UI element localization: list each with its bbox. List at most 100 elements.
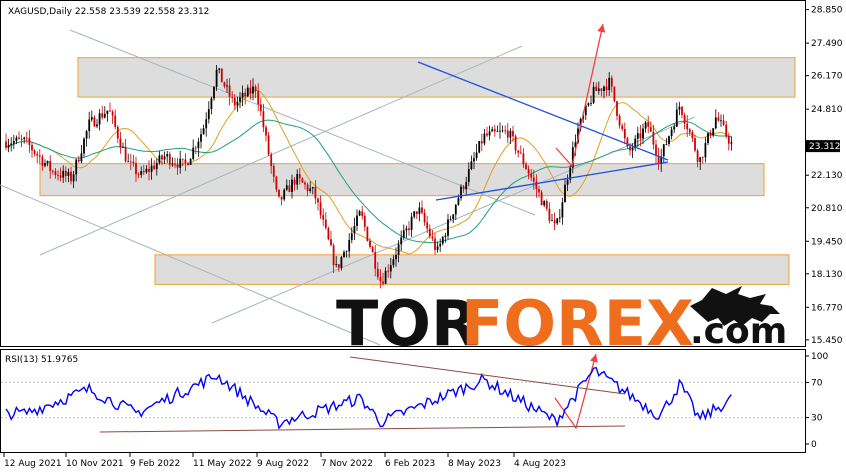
price-tick-label: 20.810	[811, 204, 843, 214]
candle-body	[623, 128, 626, 139]
candle-body	[7, 145, 10, 148]
candle-body	[51, 170, 54, 172]
candle-body	[132, 161, 135, 164]
candle-body	[483, 133, 486, 144]
candle-body	[254, 86, 257, 92]
candle-body	[223, 82, 226, 87]
candle-body	[57, 174, 59, 176]
candle-body	[54, 171, 57, 175]
price-chart: TOR FOREX .com XAGUSD,Daily 22.558 23.53…	[0, 0, 843, 469]
candle-body	[722, 120, 725, 125]
candle-body	[592, 86, 595, 103]
candle-body	[322, 215, 325, 220]
candle-body	[517, 150, 520, 153]
candle-body	[228, 85, 231, 97]
candle-body	[426, 222, 429, 229]
candle-body	[673, 126, 676, 130]
candle-body	[226, 85, 228, 87]
price-tick-label: 22.130	[811, 171, 843, 181]
candle-body	[415, 211, 418, 215]
candle-body	[171, 163, 174, 165]
candle-body	[470, 161, 473, 170]
candle-body	[369, 240, 371, 247]
candle-body	[301, 178, 304, 183]
candle-body	[636, 133, 639, 139]
candle-body	[265, 127, 267, 136]
candle-body	[192, 147, 195, 159]
watermark-logo: TOR FOREX .com	[336, 286, 787, 360]
candle-body	[259, 104, 262, 112]
candle-body	[106, 110, 109, 114]
candle-body	[44, 163, 46, 166]
candle-body	[639, 133, 642, 139]
candle-body	[418, 207, 421, 215]
candle-body	[270, 154, 273, 167]
candle-body	[103, 113, 106, 118]
candle-body	[236, 101, 239, 106]
candle-body	[566, 179, 569, 185]
candle-body	[730, 142, 733, 144]
candle-body	[101, 113, 104, 118]
candle-body	[423, 212, 426, 223]
candle-body	[522, 153, 525, 165]
candle-body	[444, 235, 447, 238]
candle-body	[621, 125, 624, 129]
candle-body	[148, 168, 150, 172]
candle-body	[215, 69, 218, 87]
candle-body	[332, 245, 335, 266]
candle-body	[681, 106, 683, 115]
candle-body	[400, 237, 403, 245]
price-tick-label: 19.450	[811, 237, 843, 247]
candle-body	[421, 207, 423, 213]
candle-body	[239, 97, 241, 102]
zone-0	[77, 57, 796, 98]
candle-body	[725, 124, 728, 137]
candle-body	[218, 68, 221, 70]
candle-body	[473, 158, 475, 162]
candle-body	[296, 174, 299, 185]
candle-body	[304, 182, 306, 185]
candle-body	[129, 161, 132, 163]
candle-body	[413, 211, 416, 217]
rsi-tick-label: 30	[811, 414, 823, 424]
candle-body	[590, 102, 592, 104]
candle-body	[434, 238, 436, 250]
candle-body	[181, 158, 184, 160]
candle-body	[291, 179, 293, 192]
candle-body	[727, 136, 730, 144]
candle-body	[694, 138, 696, 151]
price-axis: 28.850 27.490 26.170 24.810 23.312 22.130 20.8…	[805, 6, 843, 346]
candle-body	[324, 219, 327, 229]
candle-body	[15, 137, 18, 141]
candle-body	[335, 264, 338, 266]
candle-body	[527, 169, 530, 174]
candle-body	[314, 187, 317, 199]
candle-body	[647, 122, 650, 127]
candle-body	[46, 160, 49, 164]
candle-body	[397, 244, 400, 255]
candle-body	[116, 126, 119, 139]
candle-body	[275, 176, 278, 190]
candle-body	[213, 86, 215, 99]
candle-body	[558, 217, 561, 219]
candle-body	[475, 152, 478, 159]
candle-body	[200, 134, 202, 142]
candle-body	[137, 174, 140, 176]
candle-body	[363, 215, 366, 227]
candle-body	[644, 122, 647, 129]
rsi-axis: 100 70 30 0	[805, 352, 828, 450]
candle-body	[257, 91, 260, 105]
candle-body	[337, 264, 340, 268]
candle-body	[618, 115, 621, 126]
candle-body	[480, 141, 483, 144]
candle-body	[626, 138, 629, 147]
candle-body	[283, 189, 286, 200]
rsi-tick-label: 70	[811, 378, 823, 388]
time-axis: 12 Aug 2021 10 Nov 2021 9 Feb 2022 11 May 2…	[3, 452, 566, 469]
candle-body	[600, 88, 603, 92]
candle-body	[543, 201, 546, 206]
candle-body	[150, 165, 153, 172]
candle-body	[439, 243, 442, 247]
candle-body	[59, 175, 62, 178]
candle-body	[504, 130, 507, 132]
